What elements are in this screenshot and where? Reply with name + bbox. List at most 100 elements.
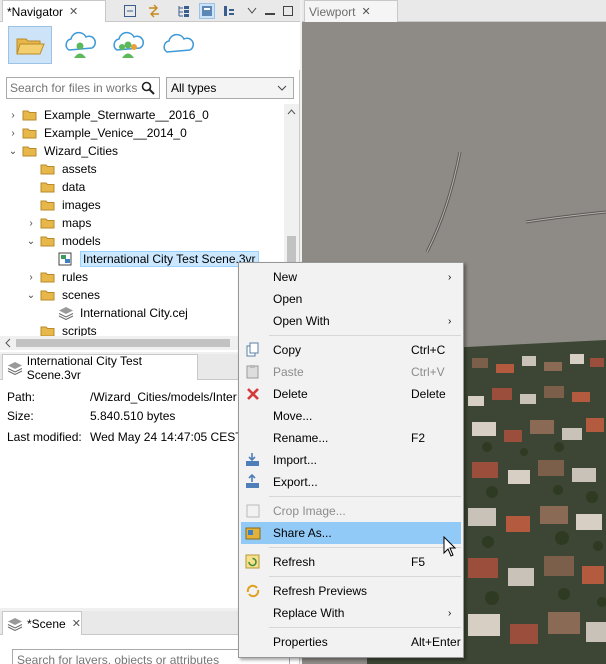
submenu-arrow-icon: ›: [448, 607, 452, 619]
scroll-left-icon[interactable]: [2, 336, 14, 350]
tree-item-label: assets: [62, 162, 97, 176]
filter-toggle-icon[interactable]: [199, 3, 215, 19]
menu-item-refresh[interactable]: Refresh F5: [241, 551, 461, 573]
cloud-user-button[interactable]: [58, 26, 102, 64]
folder-open-icon: [40, 236, 55, 247]
folder-icon: [40, 164, 55, 175]
menu-item-move[interactable]: Move...: [241, 405, 461, 427]
navigator-search-row: All types: [6, 77, 294, 99]
search-icon[interactable]: [141, 81, 155, 98]
navigator-toolbar: [0, 22, 300, 70]
link-editor-icon[interactable]: [146, 3, 162, 19]
close-icon[interactable]: ✕: [361, 5, 370, 18]
minimize-icon[interactable]: [262, 3, 278, 19]
path-row: Path: /Wizard_Cities/models/Inter: [7, 388, 237, 406]
tree-item-project[interactable]: ⌄ Wizard_Cities: [8, 142, 118, 160]
model-file-icon: [58, 252, 72, 266]
options-icon[interactable]: [221, 3, 237, 19]
chevron-down-icon[interactable]: ⌄: [8, 146, 18, 157]
tree-item-label: scripts: [62, 324, 97, 336]
chevron-down-icon[interactable]: ⌄: [26, 236, 36, 247]
close-icon[interactable]: ✕: [72, 617, 81, 630]
close-icon[interactable]: ✕: [69, 5, 78, 18]
chevron-right-icon[interactable]: ›: [8, 128, 18, 139]
tree-item-label: Example_Sternwarte__2016_0: [44, 108, 209, 122]
tree-item-folder[interactable]: images: [26, 196, 101, 214]
tree-item-folder[interactable]: › rules: [26, 268, 88, 286]
workspace-search-field[interactable]: [10, 81, 138, 95]
paste-icon: [246, 365, 259, 379]
cloud-icon: [163, 33, 194, 53]
modified-label: Last modified:: [7, 430, 82, 444]
type-filter-select[interactable]: All types: [166, 77, 294, 99]
menu-item-export[interactable]: Export...: [241, 471, 461, 493]
tab-scene[interactable]: *Scene ✕: [2, 611, 82, 635]
tree-item-folder[interactable]: data: [26, 178, 85, 196]
tree-item-file-3vr[interactable]: International City Test Scene.3vr: [44, 250, 259, 268]
tree-item-folder[interactable]: ⌄ models: [26, 232, 101, 250]
chevron-right-icon[interactable]: ›: [8, 110, 18, 121]
submenu-arrow-icon: ›: [448, 271, 452, 283]
menu-item-open-with[interactable]: Open With ›: [241, 310, 461, 332]
modified-value: Wed May 24 14:47:05 CEST 2: [90, 430, 253, 444]
scene-tab-label: *Scene: [27, 616, 66, 631]
tree-item-label: scenes: [62, 288, 101, 302]
menu-item-import[interactable]: Import...: [241, 449, 461, 471]
tab-viewport[interactable]: Viewport ✕: [304, 0, 398, 36]
menu-item-shortcut: Ctrl+V: [411, 365, 445, 379]
collapse-all-icon[interactable]: [122, 3, 138, 19]
local-files-button[interactable]: [8, 26, 52, 64]
chevron-down-icon[interactable]: ⌄: [26, 290, 36, 301]
menu-item-shortcut: Ctrl+C: [411, 343, 446, 357]
chevron-right-icon[interactable]: ›: [26, 272, 36, 283]
menu-separator: [269, 547, 461, 548]
chevron-right-icon[interactable]: ›: [26, 218, 36, 229]
cloud-button[interactable]: [156, 26, 200, 64]
tree-item-label: Example_Venice__2014_0: [44, 126, 187, 140]
menu-item-replace-with[interactable]: Replace With ›: [241, 602, 461, 624]
menu-item-new[interactable]: New ›: [241, 266, 461, 288]
path-value: /Wizard_Cities/models/Inter: [90, 390, 237, 404]
menu-item-copy[interactable]: Copy Ctrl+C: [241, 339, 461, 361]
menu-item-delete[interactable]: Delete Delete: [241, 383, 461, 405]
view-menu-chevron-icon[interactable]: [244, 3, 260, 19]
tree-item-folder[interactable]: ⌄ scenes: [26, 286, 100, 304]
menu-item-open[interactable]: Open: [241, 288, 461, 310]
menu-item-rename[interactable]: Rename... F2: [241, 427, 461, 449]
tab-navigator[interactable]: *Navigator ✕: [2, 0, 106, 22]
cloud-group-button[interactable]: [106, 26, 150, 64]
menu-item-share-as[interactable]: Share As...: [241, 522, 461, 544]
path-label: Path:: [7, 390, 36, 404]
tree-item-file-cej[interactable]: International City.cej: [44, 304, 188, 322]
folder-open-icon: [16, 38, 45, 55]
scroll-thumb-horizontal[interactable]: [16, 339, 230, 347]
menu-item-paste[interactable]: Paste Ctrl+V: [241, 361, 461, 383]
tree-item-label: rules: [62, 270, 89, 284]
tree-item-folder[interactable]: scripts: [26, 322, 97, 336]
scene-file-icon: [58, 307, 74, 320]
menu-item-refresh-previews[interactable]: Refresh Previews: [241, 580, 461, 602]
menu-item-crop-image[interactable]: Crop Image...: [241, 500, 461, 522]
folder-open-icon: [40, 290, 55, 301]
scroll-up-icon[interactable]: [284, 106, 299, 118]
tree-item-project[interactable]: › Example_Sternwarte__2016_0: [8, 106, 209, 124]
modified-row: Last modified: Wed May 24 14:47:05 CEST …: [7, 428, 252, 446]
size-label: Size:: [7, 409, 34, 423]
tree-item-folder[interactable]: assets: [26, 160, 97, 178]
menu-item-label: Rename...: [273, 431, 329, 445]
context-menu: New › Open Open With › Copy Ctrl+C Paste Ctrl+V D…: [238, 262, 464, 658]
copy-icon: [246, 342, 259, 357]
tree-item-folder[interactable]: › maps: [26, 214, 91, 232]
tab-file-info[interactable]: International City Test Scene.3vr: [2, 354, 198, 382]
tree-item-label: maps: [62, 216, 92, 230]
workspace-search-input[interactable]: [6, 77, 160, 99]
refresh-icon: [245, 554, 260, 569]
menu-item-properties[interactable]: Properties Alt+Enter: [241, 631, 461, 653]
menu-item-shortcut: Delete: [411, 387, 446, 401]
tree-layout-icon[interactable]: [176, 3, 192, 19]
navigator-tabbar: *Navigator ✕: [0, 0, 300, 22]
tree-item-project[interactable]: › Example_Venice__2014_0: [8, 124, 187, 142]
navigator-tab-label: *Navigator: [7, 4, 64, 19]
maximize-icon[interactable]: [280, 3, 296, 19]
scene-search-field[interactable]: [17, 653, 257, 664]
